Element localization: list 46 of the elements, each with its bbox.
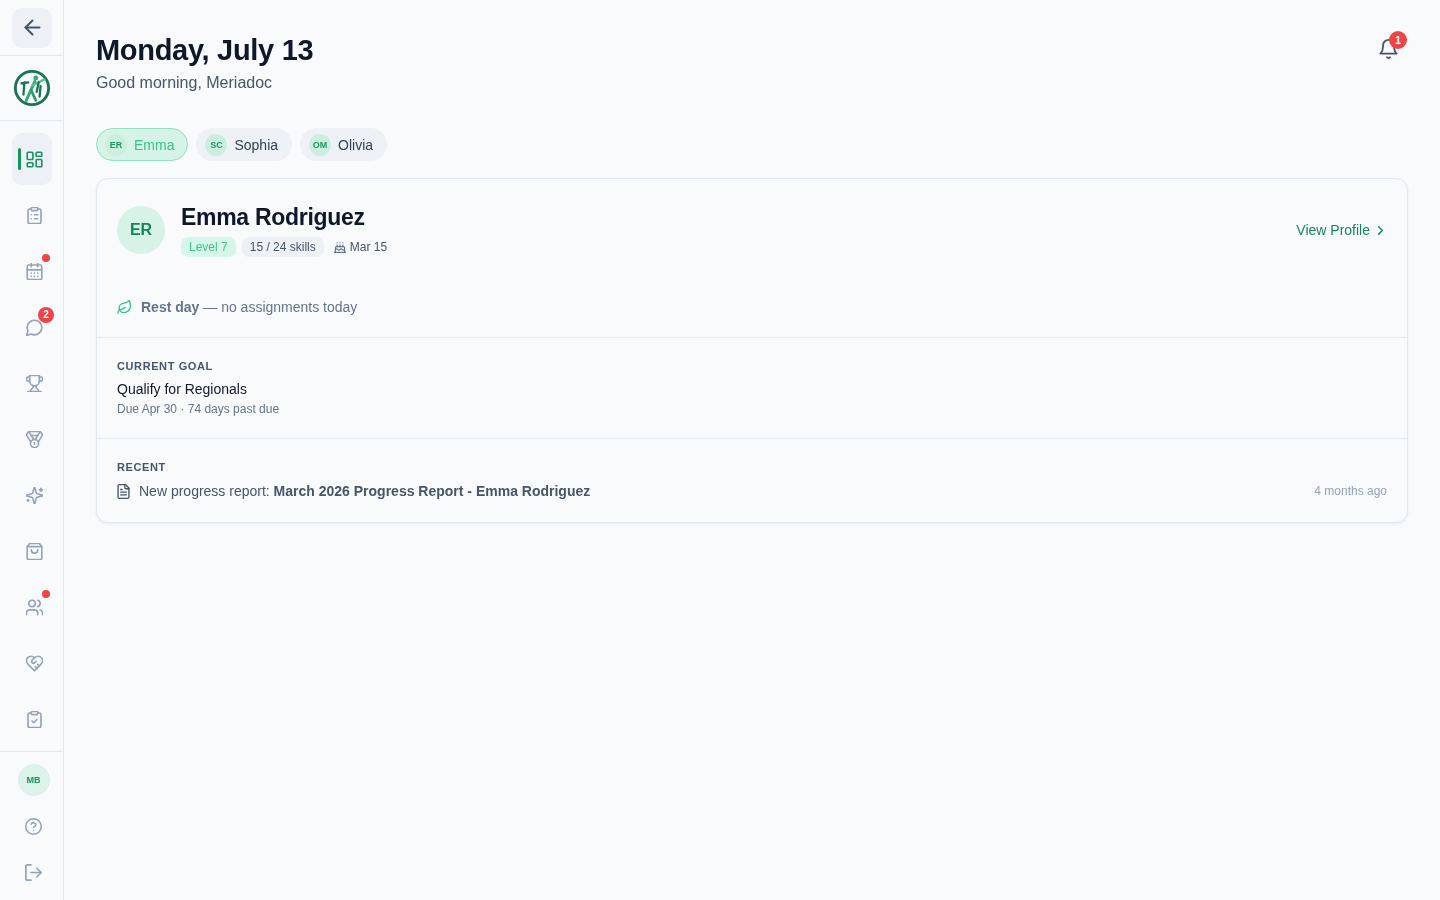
- chevron-right-icon: [1378, 225, 1383, 235]
- birthday-date: Mar 15: [349, 240, 388, 254]
- app-logo: [12, 69, 51, 107]
- skills-count: 15 / 24 skills: [241, 237, 324, 257]
- goal-due-date: Due Apr 30 · 74 days past due: [117, 401, 281, 417]
- page-title: Monday, July 13: [96, 33, 314, 68]
- shopping-bag-icon: [25, 542, 43, 560]
- users-icon: [25, 598, 43, 616]
- view-profile-link[interactable]: View Profile: [1296, 222, 1383, 238]
- goal-title: Qualify for Regionals: [117, 380, 248, 399]
- clipboard-check-icon: [25, 710, 43, 728]
- sparkles-icon: [25, 486, 43, 504]
- recent-activity-text: New progress report: March 2026 Progress Report - Emma Rodriguez: [139, 482, 592, 501]
- unread-count: 2: [38, 307, 54, 323]
- athlete-tab[interactable]: SC Sophia: [196, 128, 293, 161]
- activity-time: 4 months ago: [1314, 483, 1387, 500]
- leaf-icon: [117, 300, 132, 314]
- calendar-icon: [25, 262, 43, 280]
- user-avatar[interactable]: MB: [17, 764, 50, 796]
- trophy-icon: [25, 374, 43, 392]
- athlete-tab[interactable]: ER Emma: [96, 128, 189, 161]
- heart-handshake-icon: [25, 654, 43, 672]
- clipboard-list-icon: [25, 206, 43, 224]
- section-label: CURRENT GOAL: [117, 359, 214, 373]
- back-button[interactable]: [12, 7, 52, 48]
- level-tag: Level 7: [181, 237, 236, 257]
- nav-item[interactable]: [12, 133, 52, 185]
- athlete-avatar: ER: [105, 133, 127, 156]
- athlete-name: Emma Rodriguez: [181, 203, 366, 231]
- logout-icon: [25, 863, 42, 881]
- document-icon: [117, 483, 130, 499]
- medal-icon: [25, 430, 43, 448]
- chat-bubble-icon: [25, 318, 43, 336]
- section-label: RECENT: [117, 460, 167, 474]
- help-icon: [25, 817, 42, 835]
- athlete-avatar: OM: [309, 133, 332, 156]
- selection-bar-icon: [18, 148, 21, 170]
- athlete-tab[interactable]: OM Olivia: [300, 128, 388, 161]
- rest-day-message: Rest day — no assignments today: [141, 298, 358, 317]
- athlete-avatar: ER: [117, 206, 165, 254]
- nav-item[interactable]: 2: [12, 301, 52, 353]
- cake-icon: [333, 241, 346, 253]
- notification-count: 1: [1389, 31, 1407, 49]
- greeting: Good morning, Meriadoc: [96, 73, 274, 93]
- grid-icon: [25, 150, 43, 168]
- athlete-avatar: SC: [205, 133, 228, 156]
